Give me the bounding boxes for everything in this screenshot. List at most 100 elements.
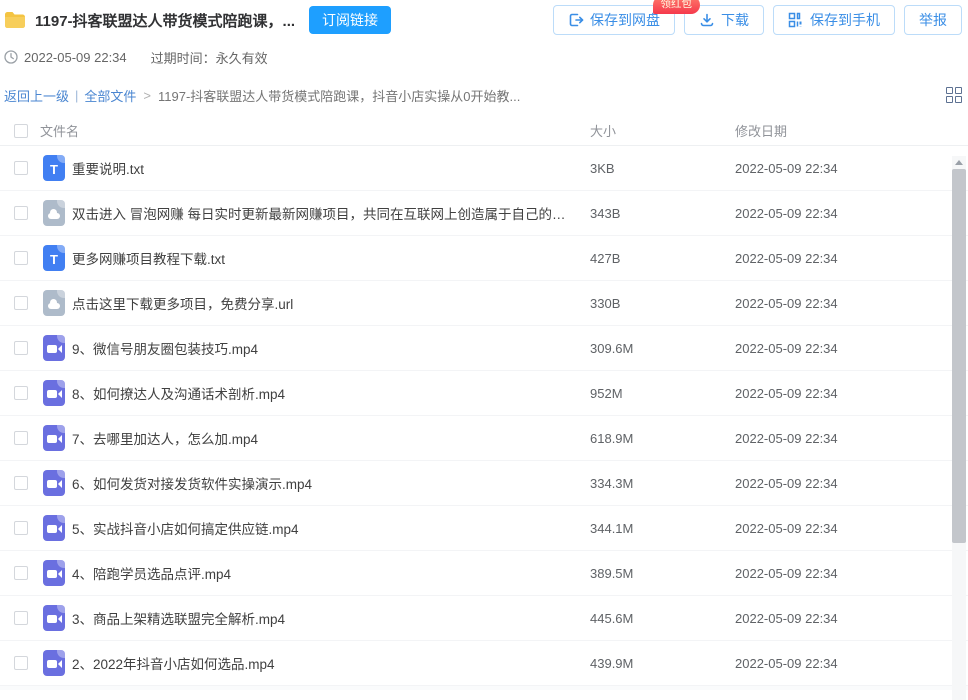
file-name[interactable]: 重要说明.txt bbox=[72, 158, 590, 178]
file-name[interactable]: 8、如何撩达人及沟通话术剖析.mp4 bbox=[72, 383, 590, 403]
file-row[interactable]: 双击进入 冒泡网赚 每日实时更新最新网赚项目，共同在互联网上创造属于自己的一笔财… bbox=[0, 191, 968, 236]
row-checkbox[interactable] bbox=[14, 521, 28, 535]
grid-view-icon[interactable] bbox=[946, 87, 962, 103]
header: 1197-抖客联盟达人带货模式陪跑课，... 订阅链接 领红包 保存到网盘 下载 bbox=[0, 0, 968, 66]
file-name[interactable]: 5、实战抖音小店如何搞定供应链.mp4 bbox=[72, 518, 590, 538]
file-name[interactable]: 更多网赚项目教程下载.txt bbox=[72, 248, 590, 268]
created-time: 2022-05-09 22:34 bbox=[24, 49, 127, 65]
breadcrumb-arrow: > bbox=[143, 87, 152, 103]
file-name[interactable]: 9、微信号朋友圈包装技巧.mp4 bbox=[72, 338, 590, 358]
file-name[interactable]: 4、陪跑学员选品点评.mp4 bbox=[72, 563, 590, 583]
video-file-icon bbox=[43, 515, 65, 541]
column-header-size: 大小 bbox=[590, 124, 617, 139]
file-name[interactable]: 7、去哪里加达人，怎么加.mp4 bbox=[72, 428, 590, 448]
row-checkbox[interactable] bbox=[14, 341, 28, 355]
file-size: 445.6M bbox=[590, 610, 634, 626]
clock-icon bbox=[4, 50, 18, 64]
file-size: 427B bbox=[590, 250, 621, 266]
row-checkbox[interactable] bbox=[14, 161, 28, 175]
select-all-checkbox[interactable] bbox=[14, 123, 28, 138]
file-size: 330B bbox=[590, 295, 621, 311]
action-buttons: 领红包 保存到网盘 下载 保存到手机 举报 bbox=[553, 0, 962, 35]
file-name[interactable]: 6、如何发货对接发货软件实操演示.mp4 bbox=[72, 473, 590, 493]
video-file-icon bbox=[43, 470, 65, 496]
save-to-cloud-label: 保存到网盘 bbox=[590, 12, 660, 28]
file-date: 2022-05-09 22:34 bbox=[735, 385, 838, 401]
file-size: 439.9M bbox=[590, 655, 634, 671]
row-checkbox[interactable] bbox=[14, 296, 28, 310]
file-date: 2022-05-09 22:34 bbox=[735, 205, 838, 221]
row-checkbox[interactable] bbox=[14, 656, 28, 670]
row-checkbox[interactable] bbox=[14, 611, 28, 625]
file-size: 389.5M bbox=[590, 565, 634, 581]
file-row[interactable]: 4、陪跑学员选品点评.mp4 389.5M 2022-05-09 22:34 bbox=[0, 551, 968, 596]
row-checkbox[interactable] bbox=[14, 431, 28, 445]
file-date: 2022-05-09 22:34 bbox=[735, 655, 838, 671]
file-meta: 2022-05-09 22:34 过期时间：永久有效 bbox=[4, 49, 962, 66]
download-icon bbox=[700, 13, 714, 27]
file-row[interactable]: 5、实战抖音小店如何搞定供应链.mp4 344.1M 2022-05-09 22… bbox=[0, 506, 968, 551]
file-size: 3KB bbox=[590, 160, 615, 176]
file-row[interactable]: T 重要说明.txt 3KB 2022-05-09 22:34 bbox=[0, 146, 968, 191]
scrollbar bbox=[952, 156, 966, 700]
file-date: 2022-05-09 22:34 bbox=[735, 475, 838, 491]
file-row[interactable]: 点击这里下载更多项目，免费分享.url 330B 2022-05-09 22:3… bbox=[0, 281, 968, 326]
file-date: 2022-05-09 22:34 bbox=[735, 160, 838, 176]
page-title: 1197-抖客联盟达人带货模式陪跑课，... bbox=[35, 12, 296, 30]
file-date: 2022-05-09 22:34 bbox=[735, 430, 838, 446]
export-icon bbox=[569, 13, 584, 27]
file-row[interactable]: 8、如何撩达人及沟通话术剖析.mp4 952M 2022-05-09 22:34 bbox=[0, 371, 968, 416]
file-date: 2022-05-09 22:34 bbox=[735, 250, 838, 266]
file-date: 2022-05-09 22:34 bbox=[735, 520, 838, 536]
video-file-icon bbox=[43, 650, 65, 676]
breadcrumb-current: 1197-抖客联盟达人带货模式陪跑课，抖音小店实操从0开始教... bbox=[158, 88, 521, 104]
breadcrumb: 返回上一级 | 全部文件 > 1197-抖客联盟达人带货模式陪跑课，抖音小店实操… bbox=[0, 86, 968, 104]
file-date: 2022-05-09 22:34 bbox=[735, 295, 838, 311]
file-date: 2022-05-09 22:34 bbox=[735, 610, 838, 626]
file-row[interactable]: T 更多网赚项目教程下载.txt 427B 2022-05-09 22:34 bbox=[0, 236, 968, 281]
report-button[interactable]: 举报 bbox=[904, 5, 962, 35]
video-file-icon bbox=[43, 380, 65, 406]
txt-file-icon: T bbox=[43, 245, 65, 271]
file-name[interactable]: 2、2022年抖音小店如何选品.mp4 bbox=[72, 653, 590, 673]
file-size: 952M bbox=[590, 385, 623, 401]
file-row[interactable]: 9、微信号朋友圈包装技巧.mp4 309.6M 2022-05-09 22:34 bbox=[0, 326, 968, 371]
row-checkbox[interactable] bbox=[14, 251, 28, 265]
breadcrumb-back-link[interactable]: 返回上一级 bbox=[4, 86, 69, 105]
video-file-icon bbox=[43, 425, 65, 451]
file-row[interactable]: 3、商品上架精选联盟完全解析.mp4 445.6M 2022-05-09 22:… bbox=[0, 596, 968, 641]
row-checkbox[interactable] bbox=[14, 386, 28, 400]
file-size: 618.9M bbox=[590, 430, 634, 446]
video-file-icon bbox=[43, 605, 65, 631]
file-list: T 重要说明.txt 3KB 2022-05-09 22:34 双击进入 冒泡网… bbox=[0, 146, 968, 686]
row-checkbox[interactable] bbox=[14, 206, 28, 220]
breadcrumb-separator: | bbox=[75, 87, 79, 103]
file-row[interactable]: 7、去哪里加达人，怎么加.mp4 618.9M 2022-05-09 22:34 bbox=[0, 416, 968, 461]
column-header-name: 文件名 bbox=[40, 124, 80, 139]
file-row[interactable]: 2、2022年抖音小店如何选品.mp4 439.9M 2022-05-09 22… bbox=[0, 641, 968, 686]
save-to-phone-label: 保存到手机 bbox=[810, 12, 880, 28]
file-name[interactable]: 双击进入 冒泡网赚 每日实时更新最新网赚项目，共同在互联网上创造属于自己的一笔财… bbox=[72, 203, 590, 223]
expire-time: 过期时间：永久有效 bbox=[150, 50, 268, 66]
table-header: 文件名 大小 修改日期 bbox=[0, 116, 968, 146]
save-to-cloud-button[interactable]: 领红包 保存到网盘 bbox=[553, 0, 700, 35]
file-size: 309.6M bbox=[590, 340, 634, 356]
save-to-phone-button[interactable]: 保存到手机 bbox=[773, 5, 895, 35]
bottom-strip bbox=[0, 686, 968, 690]
folder-icon bbox=[5, 12, 25, 28]
file-name[interactable]: 3、商品上架精选联盟完全解析.mp4 bbox=[72, 608, 590, 628]
row-checkbox[interactable] bbox=[14, 566, 28, 580]
file-size: 344.1M bbox=[590, 520, 634, 536]
row-checkbox[interactable] bbox=[14, 476, 28, 490]
scrollbar-up-arrow-icon[interactable] bbox=[952, 156, 966, 169]
txt-file-icon: T bbox=[43, 155, 65, 181]
url-file-icon bbox=[43, 200, 65, 226]
file-date: 2022-05-09 22:34 bbox=[735, 340, 838, 356]
subscribe-link-button[interactable]: 订阅链接 bbox=[309, 6, 392, 34]
column-header-date: 修改日期 bbox=[735, 124, 788, 139]
file-row[interactable]: 6、如何发货对接发货软件实操演示.mp4 334.3M 2022-05-09 2… bbox=[0, 461, 968, 506]
file-name[interactable]: 点击这里下载更多项目，免费分享.url bbox=[72, 293, 590, 313]
breadcrumb-all-files-link[interactable]: 全部文件 bbox=[84, 86, 136, 105]
scrollbar-thumb[interactable] bbox=[952, 169, 966, 543]
url-file-icon bbox=[43, 290, 65, 316]
